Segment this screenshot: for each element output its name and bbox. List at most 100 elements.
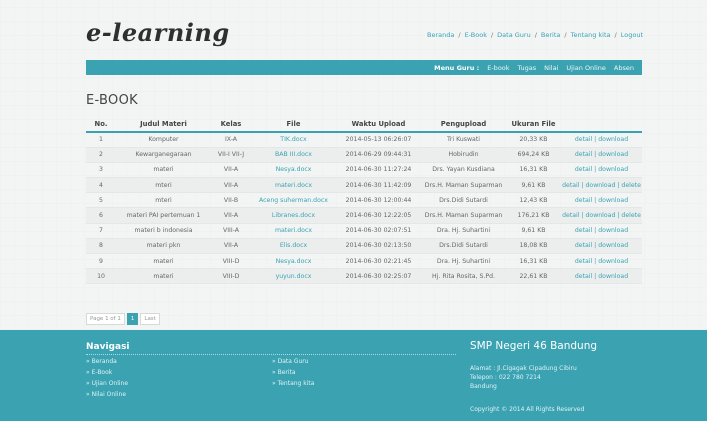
cell-pengupload: Drs. Yayan Kusdiana [421,162,506,179]
table-row: 7 materi b indonesia VIII-A materi.docx 2014… [86,223,642,239]
cell-ukuran: 12,43 KB [506,192,561,209]
cell-kelas: VIII-D [211,253,251,270]
cell-no: 9 [86,253,116,270]
cell-judul: Kewarganegaraan [116,147,211,163]
cell-file[interactable]: Aceng suherman.docx [251,192,336,209]
table-row: 2 Kewarganegaraan VII-I VII-J BAB III.docx 2… [86,147,642,163]
cell-ukuran: 16,31 KB [506,253,561,270]
cell-kelas: VIII-D [211,268,251,285]
school-name: SMP Negeri 46 Bandung [470,340,598,352]
nav-ebook[interactable]: E-Book [465,31,487,39]
cell-actions[interactable]: detail | download [561,253,642,270]
cell-no: 2 [86,147,116,163]
cell-no: 10 [86,268,116,285]
cell-actions[interactable]: detail | download [561,268,642,285]
col-header-waktu: Waktu Upload [336,117,421,133]
footer-link-beranda[interactable]: » Beranda [86,358,128,369]
cell-waktu: 2014-05-13 06:26:07 [336,132,421,148]
col-header-kelas: Kelas [211,117,251,133]
cell-waktu: 2014-06-30 11:42:09 [336,177,421,194]
cell-file[interactable]: Elis.docx [251,238,336,255]
cell-no: 5 [86,192,116,209]
cell-pengupload: Tri Kuswati [421,132,506,148]
table-header-row: No. Judul Materi Kelas File Waktu Upload… [86,117,642,133]
table-row: 1 Komputer IX-A TIK.docx 2014-05-13 06:26:07… [86,132,642,148]
menu-item-absen[interactable]: Absen [614,64,634,72]
cell-file[interactable]: materi.docx [251,177,336,194]
cell-kelas: VII-A [211,162,251,179]
cell-actions[interactable]: detail | download | delete [561,177,642,194]
cell-file[interactable]: Nesya.docx [251,162,336,179]
cell-judul: mteri [116,192,211,209]
pagination: Page 1 of 1 1 Last [86,313,160,325]
cell-no: 4 [86,177,116,194]
footer-link-nilai-online[interactable]: » Nilai Online [86,391,128,402]
table-row: 9 materi VIII-D Nesya.docx 2014-06-30 02:21:… [86,253,642,270]
cell-actions[interactable]: detail | download [561,132,642,148]
cell-ukuran: 694,24 KB [506,147,561,163]
cell-file[interactable]: Nesya.docx [251,253,336,270]
cell-pengupload: Dra. Hj. Suhartini [421,253,506,270]
table-row: 4 mteri VII-A materi.docx 2014-06-30 11:42:0… [86,177,642,194]
menu-item-tugas[interactable]: Tugas [518,64,537,72]
menu-item-nilai[interactable]: Nilai [544,64,558,72]
school-contact: Alamat : Jl.Cigagak Cipadung Cibiru Tele… [470,364,577,391]
cell-file[interactable]: Libranes.docx [251,207,336,224]
cell-ukuran: 20,33 KB [506,132,561,148]
cell-actions[interactable]: detail | download [561,238,642,255]
footer-link-berita[interactable]: » Berita [272,369,314,380]
cell-actions[interactable]: detail | download [561,162,642,179]
cell-actions[interactable]: detail | download | delete [561,207,642,224]
nav-beranda[interactable]: Beranda [427,31,454,39]
page-current-button[interactable]: 1 [126,313,139,325]
cell-file[interactable]: BAB III.docx [251,147,336,163]
cell-pengupload: Hobirudin [421,147,506,163]
cell-actions[interactable]: detail | download [561,192,642,209]
menu-label: Menu Guru : [434,63,480,72]
table-row: 5 mteri VII-B Aceng suherman.docx 2014-06-30… [86,192,642,209]
footer-nav-title: Navigasi [86,342,130,352]
cell-kelas: VII-A [211,177,251,194]
cell-no: 1 [86,132,116,148]
cell-kelas: VIII-A [211,223,251,239]
footer-link-ujian-online[interactable]: » Ujian Online [86,380,128,391]
cell-no: 6 [86,207,116,224]
cell-waktu: 2014-06-30 02:07:51 [336,223,421,239]
cell-file[interactable]: TIK.docx [251,132,336,148]
nav-berita[interactable]: Berita [541,31,560,39]
footer-link-ebook[interactable]: » E-Book [86,369,128,380]
col-header-no: No. [86,117,116,133]
col-header-ukuran: Ukuran File [506,117,561,133]
col-header-file: File [251,117,336,133]
cell-waktu: 2014-06-30 02:25:07 [336,268,421,285]
nav-logout[interactable]: Logout [621,31,643,39]
nav-tentang-kita[interactable]: Tentang kita [571,31,611,39]
col-header-actions [561,117,642,133]
page-last-button[interactable]: Last [140,313,160,325]
site-logo[interactable]: e-learning [86,18,230,47]
cell-ukuran: 16,31 KB [506,162,561,179]
cell-actions[interactable]: detail | download [561,147,642,163]
table-row: 6 materi PAI pertemuan 1 VII-A Libranes.doc… [86,207,642,224]
table-row: 8 materi pkn VII-A Elis.docx 2014-06-30 02:1… [86,238,642,255]
footer-link-data-guru[interactable]: » Data Guru [272,358,314,369]
cell-judul: mteri [116,177,211,194]
footer-links-col2: » Data Guru » Berita » Tentang kita [272,358,314,391]
cell-waktu: 2014-06-30 02:21:45 [336,253,421,270]
cell-actions[interactable]: detail | download [561,223,642,239]
nav-data-guru[interactable]: Data Guru [497,31,531,39]
cell-kelas: IX-A [211,132,251,148]
cell-waktu: 2014-06-30 11:27:24 [336,162,421,179]
menu-item-ujian-online[interactable]: Ujian Online [566,64,606,72]
cell-ukuran: 9,61 KB [506,177,561,194]
cell-file[interactable]: materi.docx [251,223,336,239]
cell-judul: materi [116,162,211,179]
menu-item-ebook[interactable]: E-book [487,64,509,72]
footer-link-tentang-kita[interactable]: » Tentang kita [272,380,314,391]
cell-judul: materi [116,268,211,285]
cell-no: 7 [86,223,116,239]
page-title: E-BOOK [86,93,138,108]
cell-file[interactable]: yuyun.docx [251,268,336,285]
footer-links-col1: » Beranda » E-Book » Ujian Online » Nila… [86,358,128,402]
cell-judul: Komputer [116,132,211,148]
